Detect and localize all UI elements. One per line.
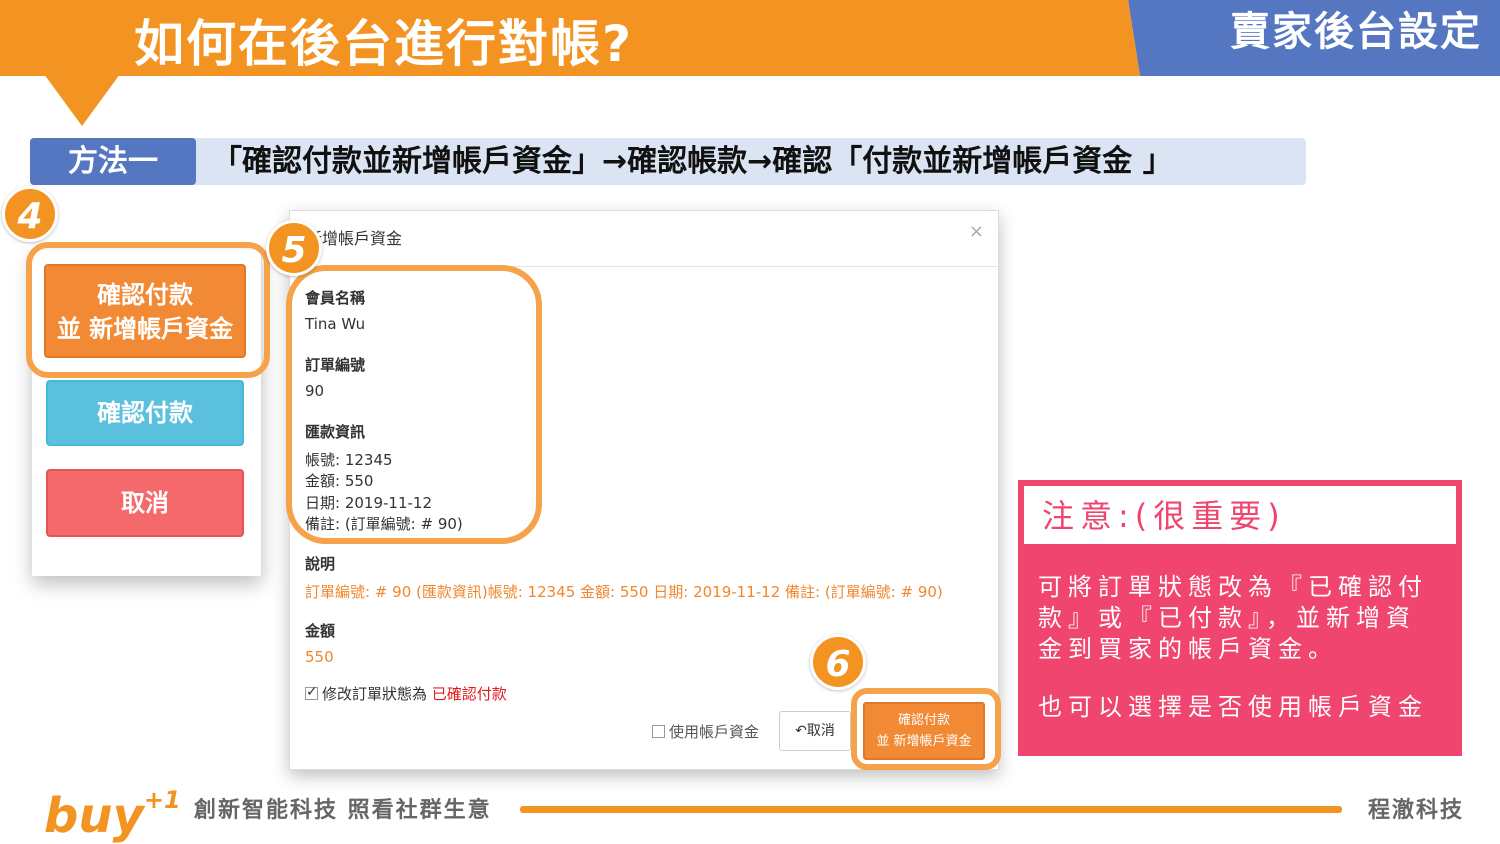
footer-slogan: 創新智能科技 照看社群生意 (194, 798, 492, 823)
highlight-step-6 (851, 688, 1001, 770)
use-account-fund-checkbox[interactable] (652, 725, 665, 738)
section-title: 賣家後台設定 (1230, 9, 1482, 55)
page-title: 如何在後台進行對帳? (134, 15, 634, 73)
brand-logo: buy+1 (44, 772, 181, 844)
update-status-label: 修改訂單狀態為 (322, 685, 428, 703)
method-description: 「確認付款並新增帳戶資金」→確認帳款→確認「付款並新增帳戶資金 」 (212, 144, 1173, 179)
use-account-fund-row[interactable]: 使用帳戶資金 (652, 721, 759, 742)
note-header: 注意:(很重要) (1024, 486, 1456, 544)
confirm-payment-button[interactable]: 確認付款 (46, 380, 244, 446)
modal-cancel-button[interactable]: ↶取消 (779, 711, 851, 751)
highlight-step-4 (26, 242, 270, 378)
modal-cancel-label: 取消 (806, 723, 835, 739)
note-body-secondary: 也可以選擇是否使用帳戶資金 (1038, 693, 1428, 721)
brand-logo-sup: +1 (143, 786, 181, 814)
update-status-checkbox-row[interactable]: 修改訂單狀態為 已確認付款 (305, 683, 507, 704)
brand-logo-text: buy (44, 788, 144, 844)
highlight-step-5 (286, 265, 542, 544)
important-note-box: 注意:(很重要) 可將訂單狀態改為『已確認付款』或『已付款』，並新增資金到買家的… (1018, 480, 1462, 756)
method-tag: 方法一 (30, 138, 196, 185)
description-value[interactable]: 訂單編號: # 90 (匯款資訊)帳號: 12345 金額: 550 日期: 2… (305, 581, 943, 602)
step-badge-5: 5 (266, 220, 322, 276)
update-status-checkbox[interactable] (305, 684, 318, 700)
step-badge-4: 4 (2, 186, 58, 242)
undo-icon: ↶ (795, 723, 807, 739)
amount-label: 金額 (305, 622, 336, 640)
header-pointer (44, 74, 120, 126)
amount-input[interactable]: 550 (305, 648, 334, 666)
step-badge-6: 6 (810, 634, 866, 690)
note-title: 注意:(很重要) (1042, 497, 1286, 535)
close-icon[interactable]: × (969, 221, 984, 242)
modal-header: 新增帳戶資金 × (290, 211, 998, 267)
footer-company: 程澈科技 (1367, 798, 1464, 823)
new-status-value: 已確認付款 (431, 685, 507, 703)
cancel-button[interactable]: 取消 (46, 469, 244, 537)
footer-divider (520, 806, 1342, 813)
description-label: 說明 (305, 555, 336, 573)
use-account-fund-label: 使用帳戶資金 (669, 723, 760, 741)
note-body: 可將訂單狀態改為『已確認付款』或『已付款』，並新增資金到買家的帳戶資金。 (1038, 573, 1428, 663)
